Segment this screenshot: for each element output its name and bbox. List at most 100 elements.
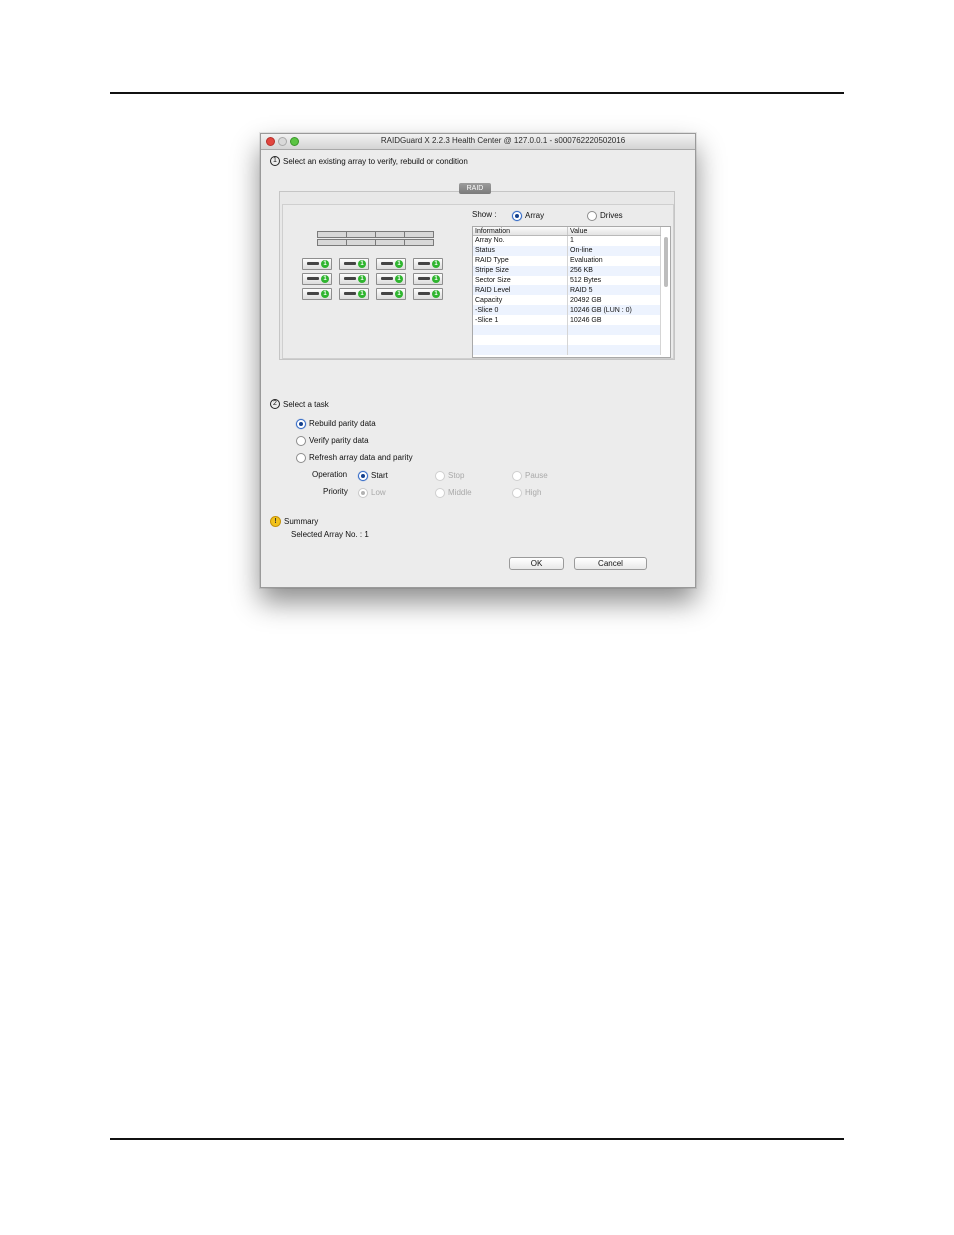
table-row[interactable] [473,325,661,335]
operation-stop-label: Stop [448,471,465,480]
step1-text: Select an existing array to verify, rebu… [283,156,468,166]
drive-status-badge: 1 [321,260,329,268]
info-cell [473,325,568,335]
value-cell [567,325,661,335]
column-header-information[interactable]: Information [473,227,568,236]
info-cell: RAID Level [473,285,568,296]
chassis-bay [404,231,434,238]
info-cell: -Slice 0 [473,305,568,316]
drive-slot [381,262,393,265]
task-rebuild-radio[interactable] [296,419,306,429]
priority-low-radio[interactable] [358,488,368,498]
drive-slot [344,277,356,280]
table-row[interactable]: Capacity 20492 GB [473,295,661,306]
task-rebuild-label: Rebuild parity data [309,419,376,428]
cancel-button[interactable]: Cancel [574,557,647,570]
table-row[interactable]: Array No. 1 [473,235,661,246]
drive-status-badge: 1 [432,260,440,268]
chassis-bay [375,231,405,238]
drive-icon[interactable]: 1 [302,258,332,270]
drive-icon[interactable]: 1 [302,288,332,300]
drive-status-badge: 1 [321,275,329,283]
task-refresh-radio[interactable] [296,453,306,463]
table-row[interactable] [473,334,661,345]
table-row[interactable]: -Slice 1 10246 GB [473,315,661,326]
show-array-radio[interactable] [512,211,522,221]
summary-heading: ! Summary [270,516,318,527]
drive-icon[interactable]: 1 [413,258,443,270]
drive-icon[interactable]: 1 [413,273,443,285]
drive-slot [381,292,393,295]
value-cell: 20492 GB [567,295,661,306]
info-cell: Sector Size [473,275,568,286]
drive-icon[interactable]: 1 [376,288,406,300]
drive-icon[interactable]: 1 [339,273,369,285]
title-bar[interactable]: RAIDGuard X 2.2.3 Health Center @ 127.0.… [261,134,695,150]
drive-icon[interactable]: 1 [302,273,332,285]
info-cell: Stripe Size [473,265,568,276]
info-cell: Status [473,245,568,256]
priority-middle-label: Middle [448,488,472,497]
drive-status-badge: 1 [395,260,403,268]
operation-start-radio[interactable] [358,471,368,481]
table-row[interactable]: RAID Type Evaluation [473,255,661,266]
page-bottom-rule [110,1138,844,1140]
chassis-bay [346,239,376,246]
table-row[interactable]: Stripe Size 256 KB [473,265,661,276]
ok-button[interactable]: OK [509,557,564,570]
raid-chassis-illustration [315,230,434,250]
info-cell: Array No. [473,235,568,246]
drive-icon[interactable]: 1 [376,273,406,285]
table-row[interactable]: RAID Level RAID 5 [473,285,661,296]
summary-text: Selected Array No. : 1 [291,530,369,539]
task-refresh-label: Refresh array data and parity [309,453,413,462]
table-row[interactable]: Status On-line [473,245,661,256]
operation-stop-radio[interactable] [435,471,445,481]
table-scrollbar[interactable] [664,237,668,287]
drive-slot [307,292,319,295]
drive-icon[interactable]: 1 [339,288,369,300]
value-cell: RAID 5 [567,285,661,296]
info-cell: -Slice 1 [473,315,568,326]
drive-slot [344,262,356,265]
value-cell: 1 [567,235,661,246]
column-header-value[interactable]: Value [567,227,661,236]
array-info-rows: Array No. 1 Status On-line RAID Type Evaluati… [473,235,661,355]
drive-icon[interactable]: 1 [376,258,406,270]
task-verify-radio[interactable] [296,436,306,446]
chassis-bay [404,239,434,246]
value-cell: Evaluation [567,255,661,266]
value-cell [567,334,661,345]
value-cell [567,344,661,355]
drive-status-badge: 1 [432,290,440,298]
drive-slot [307,277,319,280]
value-cell: On-line [567,245,661,256]
tab-raid[interactable]: RAID [459,183,491,194]
drive-slot [381,277,393,280]
step2-number-icon: 2 [270,399,280,409]
array-info-table[interactable]: Information Value Array No. 1 Status On-lin… [472,226,671,358]
step1-heading: 1 Select an existing array to verify, re… [270,156,468,166]
show-label: Show : [472,210,497,219]
operation-pause-label: Pause [525,471,548,480]
value-cell: 256 KB [567,265,661,276]
drive-slot [418,292,430,295]
priority-high-label: High [525,488,542,497]
table-row[interactable]: Sector Size 512 Bytes [473,275,661,286]
info-cell: Capacity [473,295,568,306]
drive-status-badge: 1 [432,275,440,283]
drive-icon[interactable]: 1 [413,288,443,300]
chassis-bay [317,231,347,238]
step1-number-icon: 1 [270,156,280,166]
table-row[interactable] [473,344,661,355]
drive-status-badge: 1 [395,290,403,298]
priority-high-radio[interactable] [512,488,522,498]
drive-icon[interactable]: 1 [339,258,369,270]
priority-middle-radio[interactable] [435,488,445,498]
table-row[interactable]: -Slice 0 10246 GB (LUN : 0) [473,305,661,316]
drive-status-badge: 1 [358,275,366,283]
operation-start-label: Start [371,471,388,480]
operation-pause-radio[interactable] [512,471,522,481]
page-top-rule [110,92,844,94]
show-drives-radio[interactable] [587,211,597,221]
